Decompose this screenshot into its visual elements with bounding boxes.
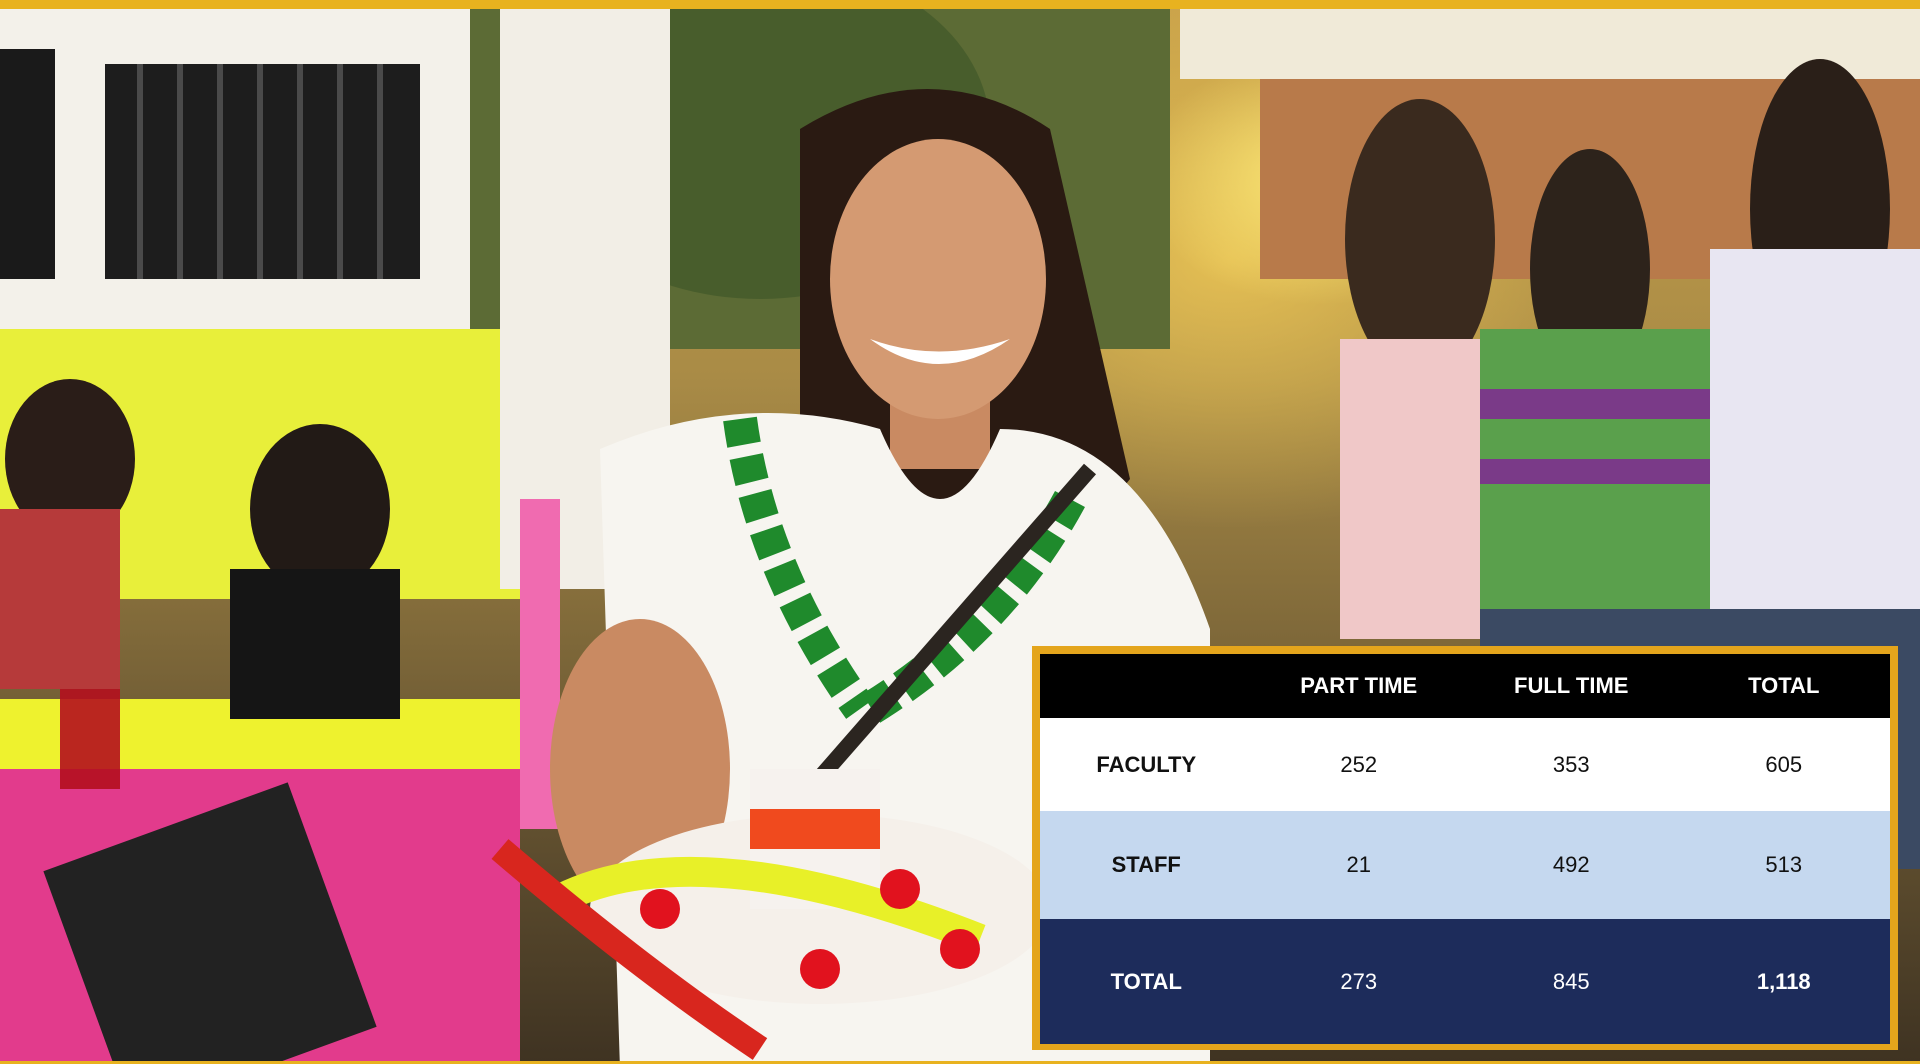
- staff-full-time: 492: [1552, 852, 1590, 877]
- table-row-total: TOTAL 273 845 1,118: [1040, 919, 1890, 1044]
- slide: PART TIME FULL TIME TOTAL FACULTY 252 35…: [0, 9, 1920, 1061]
- table-row-staff: STAFF 21 492 513: [1040, 811, 1890, 919]
- full-time-header: FULL TIME: [1514, 673, 1629, 698]
- total-full-time: 845: [1552, 968, 1590, 994]
- employee-table: PART TIME FULL TIME TOTAL FACULTY 252 35…: [1040, 654, 1890, 1044]
- grand-total: 1,118: [1756, 968, 1811, 994]
- total-part-time: 273: [1340, 968, 1378, 994]
- row-label-staff: STAFF: [1111, 852, 1181, 877]
- staff-total: 513: [1765, 852, 1803, 877]
- row-label-faculty: FACULTY: [1096, 751, 1197, 777]
- total-header: TOTAL: [1748, 673, 1820, 698]
- staff-count-table: PART TIME FULL TIME TOTAL FACULTY 252 35…: [1032, 646, 1898, 1050]
- row-label-total: TOTAL: [1110, 968, 1182, 994]
- corner-header: [1040, 654, 1253, 718]
- table-row-faculty: FACULTY 252 353 605: [1040, 718, 1890, 811]
- staff-part-time: 21: [1346, 852, 1371, 877]
- faculty-part-time: 252: [1340, 751, 1378, 777]
- part-time-header: PART TIME: [1300, 673, 1418, 698]
- faculty-total: 605: [1765, 751, 1803, 777]
- table-header-row: PART TIME FULL TIME TOTAL: [1040, 654, 1890, 718]
- faculty-full-time: 353: [1552, 751, 1590, 777]
